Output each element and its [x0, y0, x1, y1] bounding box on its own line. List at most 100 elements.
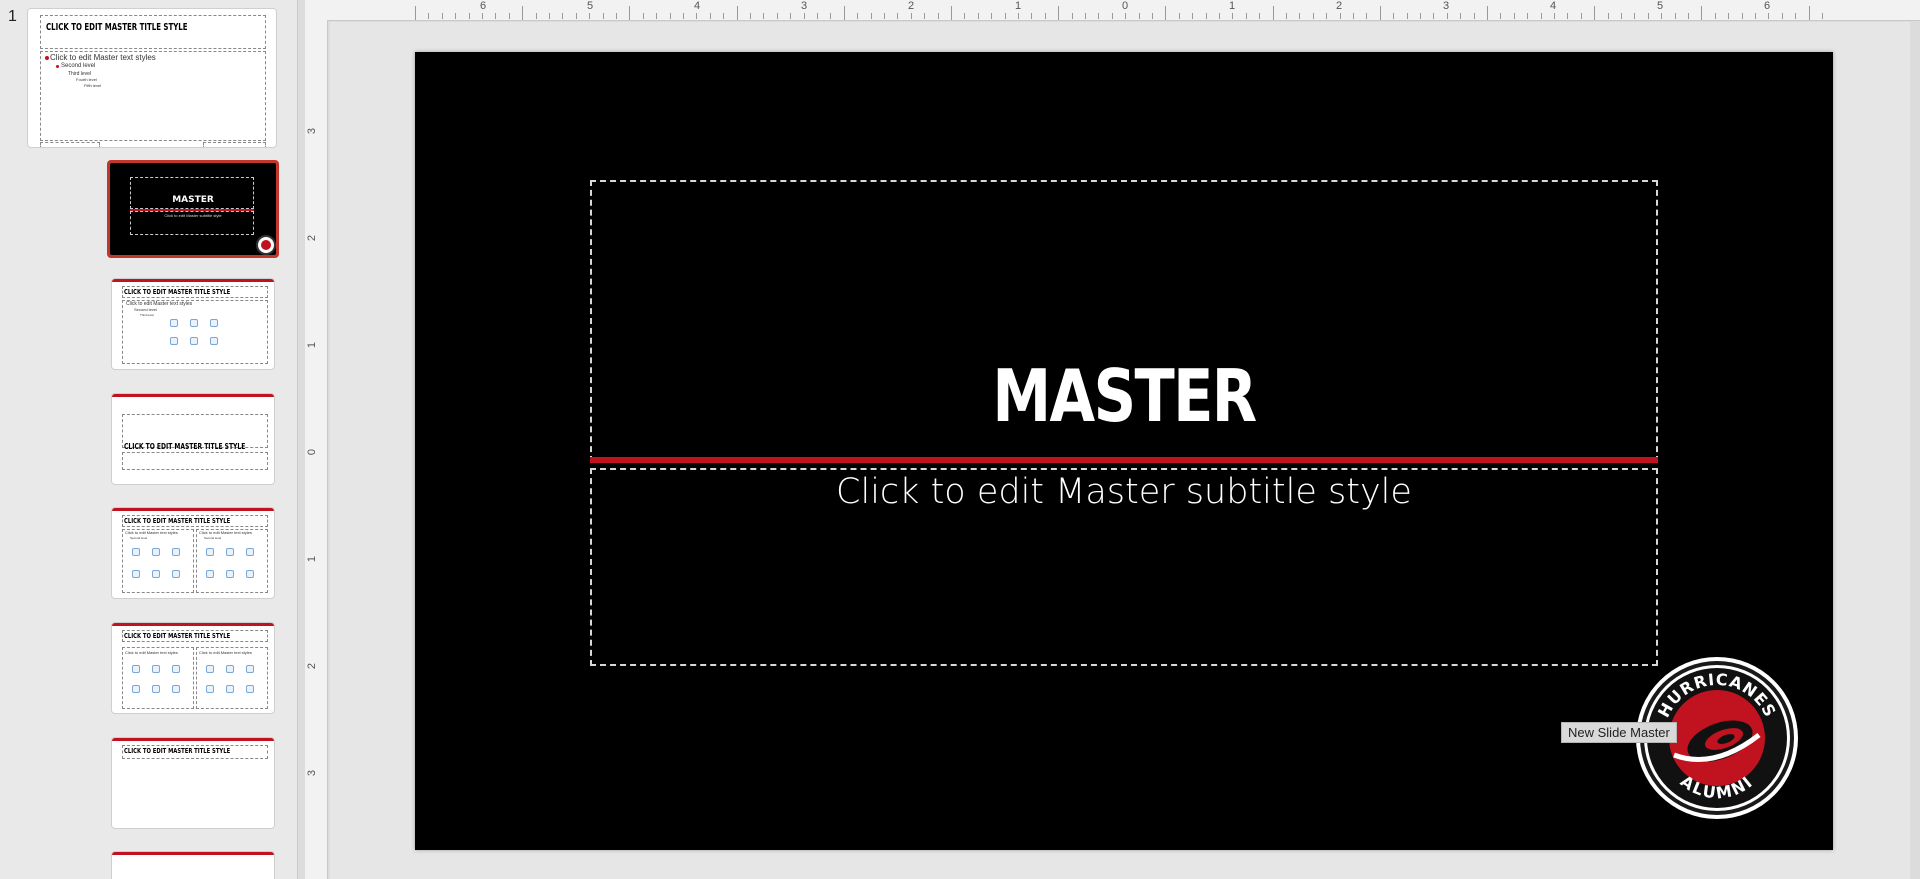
ruler-label: 1	[306, 341, 319, 349]
ruler-tick	[830, 13, 832, 19]
ruler-tick	[1446, 13, 1448, 19]
ruler-tick	[937, 13, 939, 19]
ruler-tick	[763, 13, 765, 19]
ruler-tick	[1178, 13, 1180, 19]
ruler-tick	[910, 13, 912, 19]
thumbnail-blank-layout[interactable]	[111, 851, 275, 879]
thumb-line: Second level	[61, 63, 96, 69]
ruler-label: 3	[801, 0, 808, 12]
vertical-ruler: 3 2 1 0 1 2 3	[305, 20, 328, 879]
thumbnail-title-content-layout[interactable]: CLICK TO EDIT MASTER TITLE STYLE Click t…	[111, 278, 275, 370]
ruler-tick	[616, 13, 617, 19]
ruler-tick	[1018, 13, 1019, 19]
ruler-label: 4	[694, 0, 701, 12]
ruler-label: 2	[306, 662, 319, 670]
ruler-tick	[1004, 13, 1006, 19]
ruler-tick	[1339, 13, 1341, 19]
ruler-tick	[1513, 13, 1515, 19]
ruler-tick	[1299, 13, 1301, 19]
ruler-label: 1	[1229, 0, 1236, 12]
ruler-tick	[1138, 13, 1140, 19]
ruler-tick	[1634, 13, 1636, 19]
ruler-tick	[1567, 13, 1569, 19]
ruler-tick	[1647, 13, 1649, 19]
ruler-tick	[1433, 13, 1435, 19]
ruler-tick	[750, 13, 751, 19]
ruler-tick	[642, 13, 644, 19]
ruler-tick	[1701, 6, 1703, 20]
ruler-tick	[1661, 13, 1663, 19]
ruler-tick	[1272, 6, 1274, 20]
ruler-tick	[803, 13, 805, 19]
thumbnail-slide-master[interactable]: CLICK TO EDIT MASTER TITLE STYLE Click t…	[27, 8, 277, 148]
ruler-tick	[1473, 13, 1475, 19]
master-subtitle-text: Click to edit Master subtitle style	[836, 472, 1412, 512]
ruler-tick	[1580, 13, 1582, 19]
thumb-line: Third level	[140, 313, 154, 317]
thumbnail-two-content-layout[interactable]: CLICK TO EDIT MASTER TITLE STYLE Click t…	[111, 507, 275, 599]
title-placeholder[interactable]: MASTER	[590, 180, 1658, 462]
ruler-label: 0	[306, 448, 319, 456]
ruler-tick	[1366, 13, 1368, 19]
thumbnail-comparison-layout[interactable]: CLICK TO EDIT MASTER TITLE STYLE Click t…	[111, 622, 275, 714]
thumbnail-section-header-layout[interactable]: CLICK TO EDIT MASTER TITLE STYLE	[111, 393, 275, 485]
ruler-tick	[522, 6, 524, 20]
ruler-tick	[589, 13, 591, 19]
ruler-tick	[1098, 13, 1100, 19]
ruler-tick	[843, 6, 845, 20]
master-title-text: MASTER	[992, 354, 1257, 438]
horizontal-ruler: 6 5 4 3 2 1 0 1 2 3 4 5 6	[305, 0, 1920, 21]
ruler-tick	[1393, 13, 1395, 19]
slide-master-sidebar: 1 CLICK TO EDIT MASTER TITLE STYLE Click…	[0, 0, 298, 879]
ruler-tick	[897, 13, 899, 19]
ruler-tick	[1245, 13, 1247, 19]
ruler-tick	[723, 13, 725, 19]
ruler-tick	[1044, 13, 1046, 19]
thumbnail-title-layout[interactable]: MASTER Click to edit Master subtitle sty…	[107, 160, 279, 258]
ruler-label: 4	[1550, 0, 1557, 12]
ruler-tick	[549, 13, 550, 19]
ruler-tick	[1379, 6, 1381, 20]
thumb-line: Click to edit Master text styles	[50, 53, 156, 62]
ruler-tick	[1688, 13, 1689, 19]
subtitle-placeholder[interactable]: Click to edit Master subtitle style	[590, 468, 1658, 666]
ruler-tick	[441, 13, 443, 19]
ruler-tick	[1607, 13, 1609, 19]
ruler-tick	[790, 13, 792, 19]
ruler-tick	[1674, 13, 1676, 19]
ruler-tick	[1259, 13, 1261, 19]
thumb-title: CLICK TO EDIT MASTER TITLE STYLE	[124, 288, 231, 296]
ruler-tick	[468, 13, 470, 19]
thumb-line: Click to edit Master text styles	[125, 650, 178, 655]
ruler-tick	[964, 13, 966, 19]
thumb-line: Fifth level	[84, 83, 102, 88]
ruler-tick	[1085, 13, 1086, 19]
ruler-tick	[1808, 6, 1810, 20]
ruler-tick	[656, 13, 658, 19]
ruler-tick	[1058, 6, 1060, 20]
ruler-tick	[1232, 13, 1234, 19]
title-accent-line	[590, 457, 1658, 463]
ruler-tick	[535, 13, 537, 19]
ruler-tick	[1406, 13, 1408, 19]
ruler-tick	[1540, 13, 1542, 19]
thumb-line: Second level	[204, 536, 222, 540]
ruler-label: 3	[306, 127, 319, 135]
thumb-line: Second level	[134, 307, 157, 312]
thumb-line: Click to edit Master text styles	[199, 530, 252, 535]
ruler-tick	[629, 6, 631, 20]
thumb-line: Click to edit Master text styles	[199, 650, 252, 655]
ruler-tick	[1205, 13, 1207, 19]
ruler-tick	[455, 13, 457, 19]
ruler-tick	[1071, 13, 1073, 19]
ruler-label: 3	[306, 769, 319, 777]
ruler-tick	[1554, 13, 1555, 19]
ruler-tick	[817, 13, 818, 19]
thumb-title: CLICK TO EDIT MASTER TITLE STYLE	[46, 22, 188, 33]
thumb-line: Second level	[130, 536, 148, 540]
ruler-tick	[1326, 13, 1328, 19]
ruler-tick	[1755, 13, 1756, 19]
thumb-title: MASTER	[172, 195, 214, 205]
thumbnail-title-only-layout[interactable]: CLICK TO EDIT MASTER TITLE STYLE	[111, 737, 275, 829]
ruler-tick	[1460, 13, 1462, 19]
